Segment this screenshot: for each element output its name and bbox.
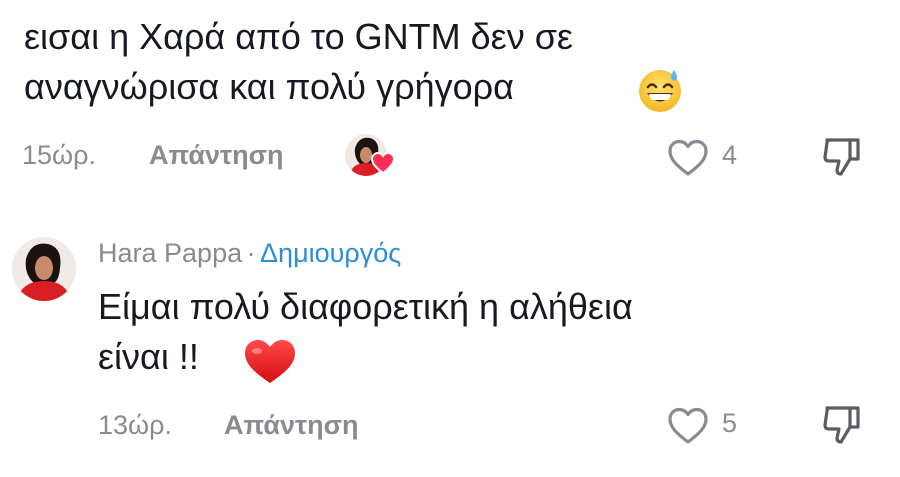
reply-text-line-1: Είμαι πολύ διαφορετική η αλήθεια — [98, 286, 633, 327]
reply-timestamp: 13ώρ. — [98, 410, 172, 440]
comment-timestamp: 15ώρ. — [22, 140, 96, 170]
heart-badge-icon — [371, 152, 395, 174]
reply-author-name[interactable]: Hara Pappa — [98, 238, 242, 268]
reply-like-count: 5 — [722, 408, 738, 438]
comment-text-line-1: εισαι η Χαρά από το GNTM δεν σε — [24, 16, 573, 57]
creator-badge: Δημιουργός — [260, 238, 402, 268]
reply-header: Hara Pappa · Δημιουργός — [98, 238, 401, 269]
creator-liked-indicator — [343, 132, 399, 180]
like-heart-icon[interactable] — [666, 406, 710, 446]
comment-text-line-2: αναγνώρισα και πολύ γρήγορα — [24, 66, 514, 107]
reply-text-line-2: είναι !! — [98, 336, 199, 377]
reply-author-avatar[interactable] — [12, 237, 76, 301]
dislike-thumb-icon[interactable] — [822, 404, 862, 446]
grinning-sweat-emoji-icon — [639, 70, 681, 112]
name-separator: · — [246, 238, 256, 268]
reply-reply-button[interactable]: Απάντηση — [224, 410, 359, 441]
comment-reply-button[interactable]: Απάντηση — [149, 140, 284, 171]
comment-like-count: 4 — [722, 140, 738, 170]
dislike-thumb-icon[interactable] — [822, 136, 862, 178]
red-heart-emoji-icon — [245, 340, 295, 383]
like-heart-icon[interactable] — [666, 138, 710, 178]
